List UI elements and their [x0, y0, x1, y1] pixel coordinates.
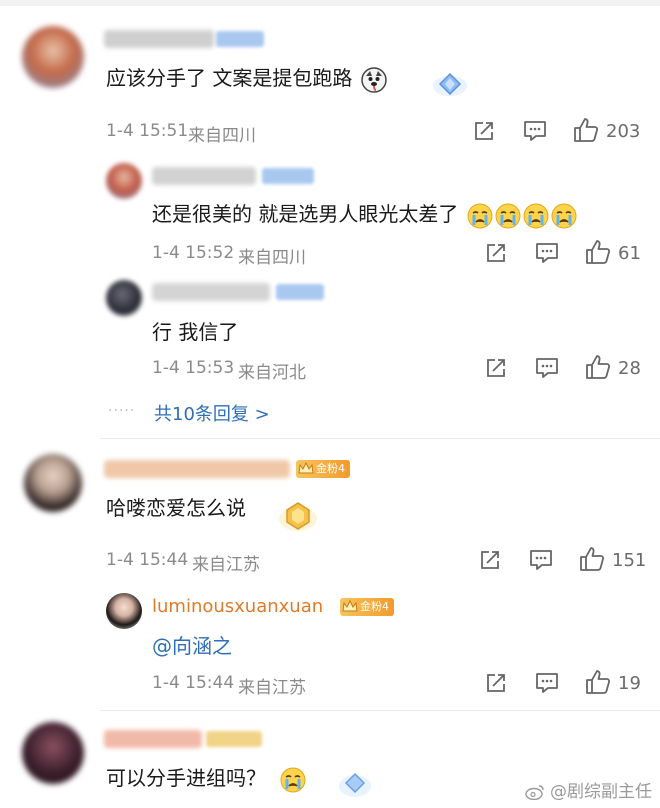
comment-icon[interactable]: [534, 356, 560, 380]
weibo-logo-icon: [524, 784, 545, 800]
blurred-username[interactable]: [104, 30, 214, 48]
watermark-text: @剧综副主任: [550, 782, 652, 802]
crying-emoji-icon: [280, 767, 306, 793]
avatar[interactable]: [106, 593, 142, 629]
crying-emoji-icon: [551, 203, 577, 229]
like-count: 28: [618, 358, 641, 379]
avatar[interactable]: [106, 280, 142, 316]
comment-body: 应该分手了 文案是提包跑路: [106, 66, 353, 90]
blurred-badge: [206, 731, 262, 747]
blurred-badge: [276, 284, 324, 300]
comment-icon[interactable]: [534, 671, 560, 695]
blurred-username[interactable]: [104, 460, 290, 478]
comment-icon[interactable]: [522, 119, 548, 143]
diamond-sticker-icon: [338, 766, 372, 800]
repost-icon[interactable]: [472, 119, 496, 143]
hexagon-sticker-icon: [278, 497, 318, 533]
comment-location: 来自江苏: [192, 555, 260, 575]
thumbs-up-icon[interactable]: [572, 116, 600, 144]
fan-badge-label: 金粉4: [360, 600, 389, 613]
repost-icon[interactable]: [484, 671, 508, 695]
comment-time: 1-4 15:44: [106, 550, 189, 570]
fan-badge: 金粉4: [340, 598, 394, 616]
crying-emoji-icon: [523, 203, 549, 229]
reply-text: 行 我信了: [152, 320, 239, 344]
comment-divider: [100, 438, 660, 439]
thumbs-up-icon[interactable]: [578, 545, 606, 573]
reply-time: 1-4 15:53: [152, 358, 235, 378]
comment-text: 可以分手进组吗？: [106, 762, 306, 793]
diamond-sticker-icon: [432, 68, 468, 98]
like-count: 19: [618, 673, 641, 694]
reply-location: 来自四川: [238, 248, 306, 268]
comment-body: 可以分手进组吗？: [106, 766, 266, 790]
blurred-badge: [216, 31, 264, 47]
like-count: 203: [606, 121, 641, 142]
thumbs-up-icon[interactable]: [584, 238, 612, 266]
avatar[interactable]: [22, 26, 84, 88]
blurred-username[interactable]: [152, 167, 256, 185]
husky-emoji-icon: [360, 66, 387, 93]
repost-icon[interactable]: [484, 356, 508, 380]
crown-icon: [342, 599, 358, 615]
repost-icon[interactable]: [478, 548, 502, 572]
fan-badge-label: 金粉4: [316, 462, 345, 475]
reply-time: 1-4 15:52: [152, 243, 235, 263]
comment-text: 哈喽恋爱怎么说: [106, 496, 246, 520]
comment-icon[interactable]: [528, 548, 554, 572]
comment-time: 1-4 15:51: [106, 121, 189, 141]
reply-time: 1-4 15:44: [152, 673, 235, 693]
reply-text: 还是很美的 就是选男人眼光太差了: [152, 198, 577, 229]
more-replies-link[interactable]: 共10条回复 >: [154, 400, 270, 426]
reply-location: 来自河北: [238, 363, 306, 383]
repost-icon[interactable]: [484, 241, 508, 265]
comment-text: 应该分手了 文案是提包跑路: [106, 62, 387, 93]
blurred-username[interactable]: [104, 730, 202, 748]
fan-badge: 金粉4: [296, 460, 350, 478]
comment-location: 来自四川: [188, 126, 256, 146]
avatar[interactable]: [22, 722, 84, 784]
blurred-username[interactable]: [152, 283, 270, 301]
more-replies-dots: ·····: [108, 403, 136, 419]
crying-emoji-icon: [495, 203, 521, 229]
reply-username[interactable]: luminousxuanxuan: [152, 596, 323, 617]
avatar[interactable]: [24, 454, 82, 512]
mention-link[interactable]: @向涵之: [152, 630, 232, 659]
top-separator: [0, 0, 660, 6]
watermark: @剧综副主任: [524, 777, 652, 802]
avatar[interactable]: [106, 163, 142, 199]
like-count: 61: [618, 243, 641, 264]
crying-emoji-icon: [467, 203, 493, 229]
reply-body: 还是很美的 就是选男人眼光太差了: [152, 202, 459, 226]
blurred-badge: [262, 168, 314, 184]
thumbs-up-icon[interactable]: [584, 353, 612, 381]
thumbs-up-icon[interactable]: [584, 668, 612, 696]
like-count: 151: [612, 550, 647, 571]
reply-location: 来自江苏: [238, 678, 306, 698]
comment-icon[interactable]: [534, 241, 560, 265]
crown-icon: [298, 461, 314, 477]
comment-divider: [100, 710, 660, 711]
